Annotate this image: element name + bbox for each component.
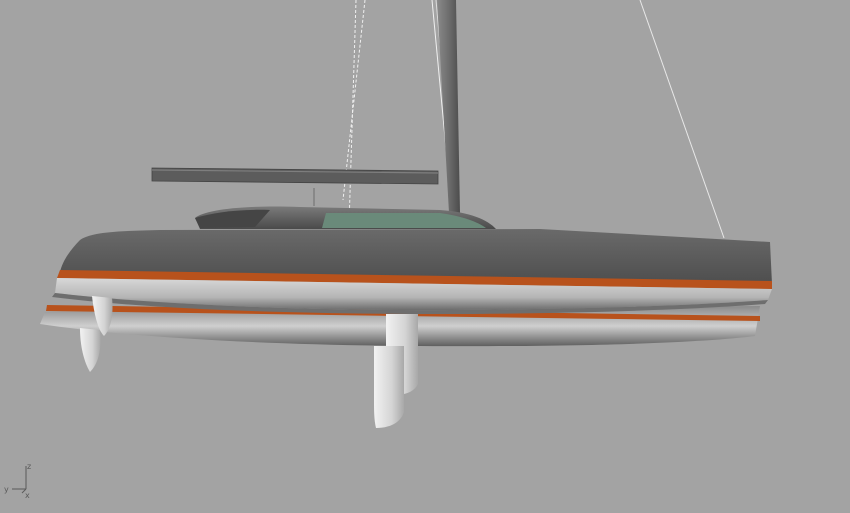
- daggerboard-far: [374, 346, 404, 428]
- catamaran-render: z y x: [4, 0, 772, 500]
- axis-z-label: z: [27, 462, 31, 471]
- axis-y-label: y: [4, 485, 9, 494]
- mast: [437, 0, 460, 213]
- axis-x-label: x: [25, 491, 30, 500]
- axis-gizmo: z y x: [4, 462, 31, 500]
- forestay-line: [639, 0, 725, 239]
- shroud-line-2: [348, 0, 357, 226]
- rudder-far: [80, 328, 101, 372]
- 3d-viewport[interactable]: z y x: [0, 0, 850, 513]
